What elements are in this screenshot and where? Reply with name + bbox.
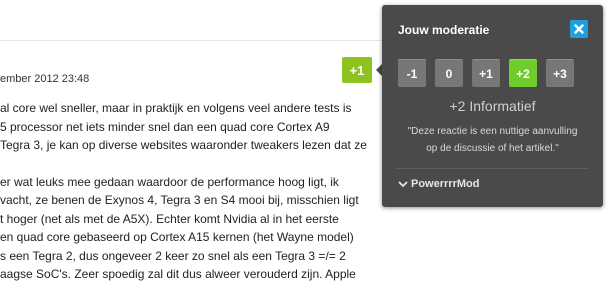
comment-line: s een Tegra 2, dus ongeveer 2 keer zo sn… [0,248,346,263]
vote-plus-three-button[interactable]: +3 [546,59,574,87]
comment-line: t hoger (net als met de A5X). Echter kom… [0,211,339,226]
comment-body: al core wel sneller, maar in praktijk en… [0,99,382,302]
close-icon [574,24,584,34]
vote-description-line: "Deze reactie is een nuttige aanvulling [407,126,578,137]
selected-vote-label: +2 Informatief [449,98,536,114]
moderation-popup: Jouw moderatie -1 0 +1 +2 +3 +2 Informat… [382,5,603,207]
comment-line: Tegra 3, je kan op diverse websites waar… [0,138,367,152]
vote-plus-one-button[interactable]: +1 [472,59,500,87]
comment-paragraph: al core wel sneller, maar in praktijk en… [0,99,382,155]
comment-line: al core wel sneller, maar in praktijk en… [0,101,352,115]
vote-plus-two-button[interactable]: +2 [509,59,537,87]
comment-line: aagse SoC's. Zeer spoedig zal dit dus al… [0,267,356,281]
comment-page: ember 2012 23:48 +1 al core wel sneller,… [0,0,608,304]
comment-paragraph: er wat leuks mee gedaan waardoor de perf… [0,173,382,284]
chevron-down-icon [398,180,408,188]
comment-timestamp: ember 2012 23:48 [0,73,90,85]
powerrrrmod-link[interactable]: PowerrrrMod [398,178,479,190]
popup-title: Jouw moderatie [398,23,490,37]
vote-options: -1 0 +1 +2 +3 [398,59,583,87]
comment-line: er wat leuks mee gedaan waardoor de perf… [0,174,339,189]
comment-line: vacht, ze benen de Exynos 4, Tegra 3 en … [0,193,359,207]
close-button[interactable] [570,20,588,38]
vote-description-line: op de discussie of het artikel." [426,143,559,154]
divider [0,40,382,41]
vote-minus-one-button[interactable]: -1 [398,59,426,87]
comment-score-badge[interactable]: +1 [342,57,372,83]
comment-line: en quad core gebaseerd op Cortex A15 ker… [0,230,354,244]
vote-zero-button[interactable]: 0 [435,59,463,87]
popup-divider [396,168,589,169]
comment-line: 5 processor net iets minder snel dan een… [0,119,330,134]
powerrrrmod-label: PowerrrrMod [411,178,480,190]
vote-description: "Deze reactie is een nuttige aanvulling … [382,123,603,157]
